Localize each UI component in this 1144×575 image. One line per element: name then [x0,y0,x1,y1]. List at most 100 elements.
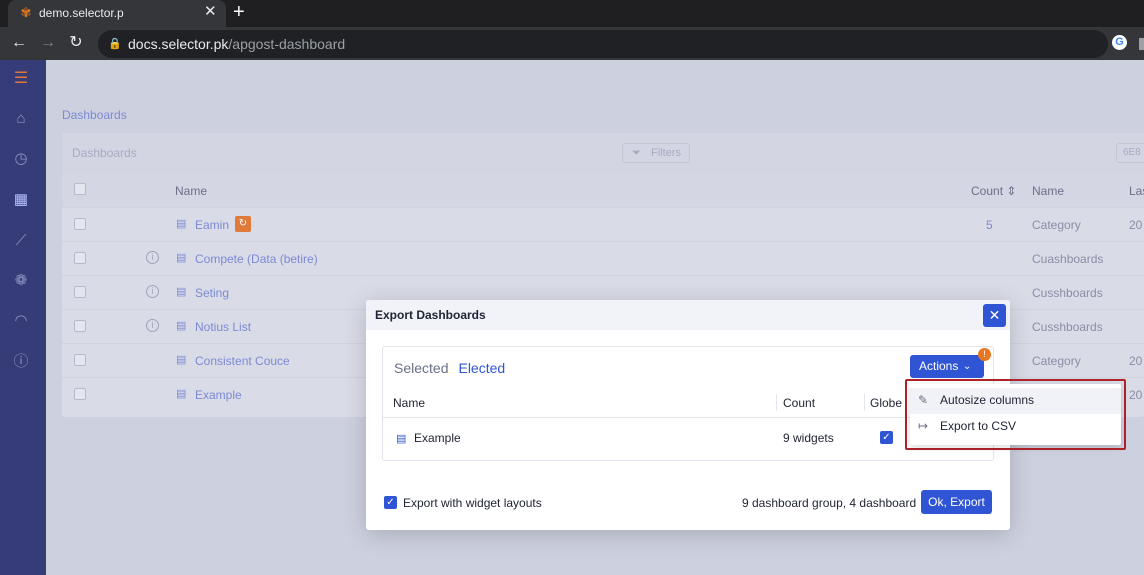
reload-icon[interactable]: ↻ [67,34,85,52]
browser-tab-bar: ✾ demo.selector.p ✕ + [0,0,1144,27]
app-sidebar: ☰ ⌂ ◷ ▦ ⟋ ❁ ◠ ⓘ [0,60,46,575]
search-input[interactable]: Dashboards [72,146,137,160]
row-name[interactable]: Example [195,388,242,402]
forward-arrow-icon[interactable]: → [39,34,57,52]
tab-title: demo.selector.p [39,6,124,20]
row-name: Example [414,431,461,445]
header-divider [383,417,993,418]
table-toolbar: Dashboards ⏷ Filters 6E8 [62,133,1144,173]
row-category: Category [1032,218,1081,232]
url-path: /apgost-dashboard [228,36,346,52]
url-host: docs.selector.pk [128,36,229,52]
menu-item-label: Autosize columns [940,393,1035,407]
filters-button[interactable]: ⏷ Filters [622,143,690,163]
row-name[interactable]: Consistent Couce [195,354,290,368]
headset-icon[interactable]: ◠ [11,311,31,331]
table-header: Name Count ⇕ Name Las [62,173,1144,207]
actions-dropdown-menu: ✎ Autosize columns ↦ Export to CSV [910,384,1121,445]
row-category: Cuashboards [1032,252,1104,266]
dashboard-grid-icon[interactable]: ▦ [11,190,31,210]
clock-icon[interactable]: ◷ [11,149,31,169]
lock-icon: 🔒 [108,38,122,50]
column-name[interactable]: Name [393,396,425,410]
dashboard-icon: ▤ [176,252,187,264]
back-arrow-icon[interactable]: ← [10,34,28,52]
actions-button[interactable]: Actions ⌄ [910,355,984,378]
row-name[interactable]: Seting [195,286,229,300]
filter-icon: ⏷ [632,147,641,159]
row-checkbox[interactable] [74,286,86,298]
row-last: 20 [1129,218,1143,232]
row-count: 9 widgets [783,431,834,445]
dashboard-icon: ▤ [176,320,187,332]
menu-item-autosize-columns[interactable]: ✎ Autosize columns [910,388,1121,414]
info-icon[interactable]: i [146,319,159,332]
column-category[interactable]: Name [1032,184,1064,198]
dashboard-icon: ▤ [396,433,407,445]
info-icon[interactable]: i [146,285,159,298]
close-icon[interactable]: ✕ [983,304,1006,327]
selection-tabs: Selected Elected [394,360,505,376]
new-tab-button[interactable]: + [233,1,245,23]
row-checkbox[interactable] [74,354,86,366]
row-last: 20 [1129,354,1143,368]
export-layouts-label[interactable]: Export with widget layouts [403,496,542,510]
toolbar-right-control[interactable]: 6E8 [1116,143,1144,163]
dashboard-icon: ▤ [176,286,187,298]
profile-avatar[interactable] [1139,38,1144,50]
dashboard-icon: ▤ [176,218,187,230]
row-checkbox[interactable] [74,320,86,332]
dashboard-icon: ▤ [176,354,187,366]
row-last: 20 [1129,388,1143,402]
export-list-card: Selected Elected Actions ⌄ ! Name Count G… [382,346,994,461]
row-checkbox[interactable] [74,252,86,264]
url-text: docs.selector.pk/apgost-dashboard [128,36,345,52]
filters-label: Filters [651,147,681,159]
menu-logo-icon[interactable]: ☰ [10,68,32,90]
column-name[interactable]: Name [175,184,207,198]
export-layouts-checkbox[interactable]: ✓ [384,496,397,509]
column-divider [864,394,865,411]
column-last[interactable]: Las [1129,184,1144,198]
row-name[interactable]: Compete (Data (betire) [195,252,318,266]
site-favicon-icon: ✾ [20,5,32,20]
column-count[interactable]: Count ⇕ [971,184,1016,198]
row-category: Category [1032,354,1081,368]
row-name[interactable]: Notius List [195,320,251,334]
modal-header: Export Dashboards ✕ [366,300,1010,330]
column-count[interactable]: Count [783,396,815,410]
menu-item-export-to-csv[interactable]: ↦ Export to CSV [910,414,1121,440]
row-category: Cusshboards [1032,320,1103,334]
browser-tab[interactable]: ✾ demo.selector.p ✕ [8,0,226,27]
google-icon[interactable]: G [1112,35,1127,50]
modal-title: Export Dashboards [375,308,486,322]
address-bar[interactable]: 🔒 docs.selector.pk/apgost-dashboard [98,30,1108,58]
row-count: 5 [986,218,993,232]
row-checkbox[interactable] [74,218,86,230]
globe-checkbox[interactable]: ✓ [880,431,893,444]
select-all-checkbox[interactable] [74,183,86,195]
info-icon[interactable]: i [146,251,159,264]
dashboard-icon: ▤ [176,388,187,400]
table-row[interactable]: i ▤ Compete (Data (betire) Cuashboards [62,241,1144,275]
row-category: Cusshboards [1032,286,1103,300]
row-checkbox[interactable] [74,388,86,400]
brain-icon[interactable]: ❁ [11,271,31,291]
home-icon[interactable]: ⌂ [11,109,31,129]
row-name[interactable]: Eamin [195,218,229,232]
pencil-icon: ✎ [918,393,929,407]
export-arrow-icon: ↦ [918,419,929,433]
column-divider [776,394,777,411]
tab-elected[interactable]: Elected [458,360,505,376]
tab-close-icon[interactable]: ✕ [204,4,217,20]
ok-export-button[interactable]: Ok, Export [921,490,992,514]
chart-icon[interactable]: ⟋ [11,231,31,251]
export-summary: 9 dashboard group, 4 dashboard [742,496,917,510]
table-row[interactable]: ▤ Eamin ↻ 5 Category 20 [62,207,1144,241]
tab-selected[interactable]: Selected [394,360,448,376]
refresh-badge-icon: ↻ [235,216,251,232]
notification-badge: ! [978,348,991,361]
alert-icon[interactable]: ⓘ [11,352,31,372]
column-globe[interactable]: Globe [870,396,902,410]
chevron-down-icon: ⌄ [963,361,972,372]
